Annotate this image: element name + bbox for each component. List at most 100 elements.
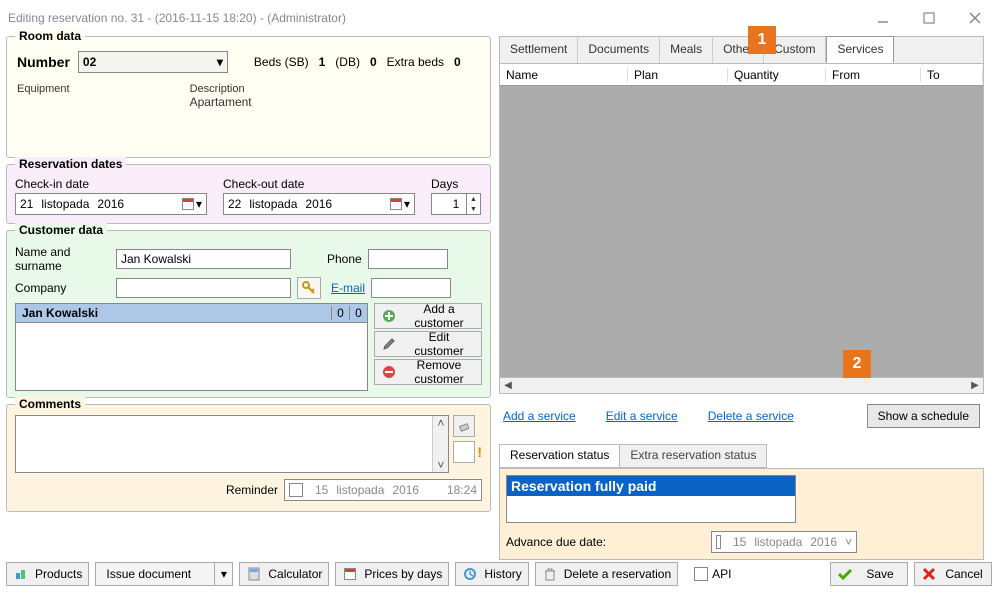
issue-document-button[interactable]: Issue document ▾ [95, 562, 233, 586]
edit-customer-button[interactable]: Edit customer [374, 331, 482, 357]
add-service-link[interactable]: Add a service [503, 409, 576, 423]
horizontal-scrollbar[interactable]: ◀▶ [500, 377, 983, 393]
status-list[interactable]: Reservation fully paid [506, 475, 796, 523]
dropdown-icon: ▾ [217, 55, 223, 69]
tab-reservation-status[interactable]: Reservation status [499, 444, 620, 468]
edit-service-link[interactable]: Edit a service [606, 409, 678, 423]
room-data-legend: Room data [15, 29, 85, 43]
beds-sb-label: Beds (SB) [254, 55, 309, 69]
email-input[interactable] [371, 278, 451, 298]
tab-extra-reservation-status[interactable]: Extra reservation status [619, 444, 767, 468]
window-title: Editing reservation no. 31 - (2016-11-15… [8, 11, 346, 25]
col-name[interactable]: Name [500, 68, 628, 82]
reminder-label: Reminder [226, 483, 278, 497]
checkout-date-input[interactable]: 22 listopada 2016 ▾ [223, 193, 415, 215]
days-label: Days [431, 177, 481, 191]
calculator-icon [246, 566, 262, 582]
customer-list-selected-row[interactable]: Jan Kowalski 0 0 [15, 303, 368, 323]
reminder-checkbox[interactable] [289, 483, 303, 497]
comment-checkbox[interactable] [453, 441, 475, 463]
history-icon [462, 566, 478, 582]
checkout-label: Check-out date [223, 177, 415, 191]
close-button[interactable] [952, 0, 998, 36]
room-number-select[interactable]: 02 ▾ [78, 51, 228, 73]
company-input[interactable] [116, 278, 291, 298]
col-to[interactable]: To [921, 68, 983, 82]
history-button[interactable]: History [455, 562, 528, 586]
company-label: Company [15, 281, 110, 295]
lookup-button[interactable] [297, 277, 321, 299]
advance-due-date-input[interactable]: 15 listopada 2016 ˅ [711, 531, 857, 553]
beds-db-label: (DB) [335, 55, 360, 69]
name-surname-input[interactable]: Jan Kowalski [116, 249, 291, 269]
edit-icon [381, 336, 397, 352]
checkin-label: Check-in date [15, 177, 207, 191]
comments-panel: Comments ˄˅ ! Reminder [6, 404, 491, 512]
add-customer-button[interactable]: Add a customer [374, 303, 482, 329]
right-tab-bar: Settlement Documents Meals Other Custom … [499, 36, 984, 64]
api-checkbox-row[interactable]: API [694, 567, 731, 581]
customer-data-legend: Customer data [15, 223, 107, 237]
col-from[interactable]: From [826, 68, 921, 82]
comments-legend: Comments [15, 397, 85, 411]
calendar-icon [182, 198, 194, 210]
check-icon [837, 566, 853, 582]
advance-due-label: Advance due date: [506, 535, 606, 549]
reminder-date-input[interactable]: 15 listopada 2016 18:24 [284, 479, 482, 501]
comments-textarea[interactable]: ˄˅ [15, 415, 449, 473]
services-table-header: Name Plan Quantity From To [500, 64, 983, 86]
delete-service-link[interactable]: Delete a service [708, 409, 794, 423]
maximize-button[interactable] [906, 0, 952, 36]
calculator-button[interactable]: Calculator [239, 562, 329, 586]
close-icon [921, 566, 937, 582]
warning-icon: ! [477, 444, 482, 460]
extra-beds-value: 0 [454, 55, 461, 69]
tab-services[interactable]: Services [826, 36, 894, 63]
prices-by-days-button[interactable]: Prices by days [335, 562, 449, 586]
status-selected-item: Reservation fully paid [507, 476, 795, 496]
scrollbar[interactable]: ˄˅ [432, 416, 448, 472]
show-schedule-button[interactable]: Show a schedule [867, 404, 980, 428]
name-surname-label: Name and surname [15, 245, 110, 273]
reservation-dates-legend: Reservation dates [15, 157, 126, 171]
beds-sb-value: 1 [319, 55, 326, 69]
save-button[interactable]: Save [830, 562, 908, 586]
dropdown-icon[interactable]: ▾ [215, 562, 233, 586]
annotation-1: 1 [748, 26, 776, 54]
beds-db-value: 0 [370, 55, 377, 69]
cancel-button[interactable]: Cancel [914, 562, 992, 586]
annotation-2: 2 [843, 350, 871, 378]
api-checkbox[interactable] [694, 567, 708, 581]
products-button[interactable]: Products [6, 562, 89, 586]
services-panel: Name Plan Quantity From To ◀▶ [499, 64, 984, 394]
calendar-icon [342, 566, 358, 582]
plus-icon [381, 308, 397, 324]
equipment-label: Equipment [17, 83, 70, 95]
dropdown-icon: ˅ [845, 535, 852, 549]
eraser-button[interactable] [453, 415, 475, 437]
customer-list[interactable]: Jan Kowalski 0 0 [15, 303, 368, 391]
minimize-button[interactable] [860, 0, 906, 36]
phone-label: Phone [327, 252, 362, 266]
checkin-date-input[interactable]: 21 listopada 2016 ▾ [15, 193, 207, 215]
key-icon [302, 281, 316, 295]
remove-customer-button[interactable]: Remove customer [374, 359, 482, 385]
reservation-status-panel: Reservation fully paid Advance due date:… [499, 468, 984, 560]
window-titlebar: Editing reservation no. 31 - (2016-11-15… [0, 0, 998, 36]
days-spinner[interactable]: ▲▼ [466, 194, 480, 214]
advance-checkbox[interactable] [716, 535, 721, 549]
reservation-dates-panel: Reservation dates Check-in date 21 listo… [6, 164, 491, 224]
extra-beds-label: Extra beds [387, 55, 444, 69]
tab-documents[interactable]: Documents [578, 37, 660, 63]
email-link[interactable]: E-mail [331, 281, 365, 295]
col-quantity[interactable]: Quantity [728, 68, 826, 82]
calendar-icon [390, 198, 402, 210]
delete-reservation-button[interactable]: Delete a reservation [535, 562, 678, 586]
trash-icon [542, 566, 558, 582]
days-input[interactable]: 1 ▲▼ [431, 193, 481, 215]
tab-settlement[interactable]: Settlement [500, 37, 578, 63]
phone-input[interactable] [368, 249, 448, 269]
tab-meals[interactable]: Meals [660, 37, 713, 63]
dropdown-icon: ▾ [404, 197, 410, 211]
col-plan[interactable]: Plan [628, 68, 728, 82]
